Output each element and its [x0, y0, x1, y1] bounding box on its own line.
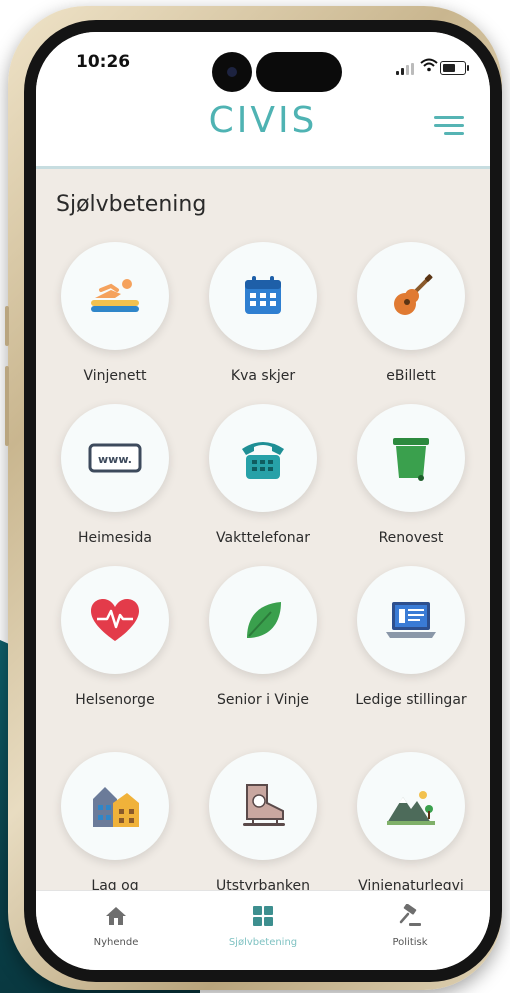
tile-label: eBillett — [386, 368, 436, 384]
ice-skate-icon — [243, 784, 285, 826]
phone-frame: 10:26 CIVIS Sjølvbetening Vinjenett Kva … — [5, 6, 502, 990]
tile-circle[interactable] — [209, 566, 317, 674]
tile-label: Heimesida — [78, 530, 152, 546]
nav-label: Politisk — [392, 937, 428, 948]
tile-circle[interactable] — [61, 566, 169, 674]
tile-label: Senior i Vinje — [217, 692, 309, 708]
phone-screen: 10:26 CIVIS Sjølvbetening Vinjenett Kva … — [36, 32, 490, 970]
tile-label: Renovest — [378, 530, 444, 546]
battery-icon — [440, 61, 469, 75]
civis-logo: CIVIS — [208, 100, 318, 141]
tile-circle[interactable] — [209, 752, 317, 860]
phone-side-button — [5, 306, 9, 346]
heart-pulse-icon — [91, 599, 139, 641]
nav-item-sjolvbetening[interactable]: Sjølvbetening — [203, 901, 323, 948]
nav-item-politisk[interactable]: Politisk — [350, 901, 470, 948]
tile-circle[interactable]: www. — [61, 404, 169, 512]
gavel-icon — [350, 901, 470, 931]
tile-label: Kva skjer — [230, 368, 296, 384]
signal-icon — [396, 63, 414, 75]
svg-text:www.: www. — [98, 453, 132, 466]
telephone-icon — [242, 442, 284, 479]
home-icon — [56, 901, 176, 931]
hamburger-menu-icon[interactable] — [434, 116, 464, 136]
tile-label: Vinjenett — [83, 368, 147, 384]
calendar-icon — [245, 276, 281, 314]
nav-item-nyhende[interactable]: Nyhende — [56, 901, 176, 948]
wifi-icon — [420, 58, 438, 76]
tile-circle[interactable] — [357, 404, 465, 512]
tile-circle[interactable] — [357, 752, 465, 860]
app-header: CIVIS — [36, 94, 490, 169]
tile-circle[interactable] — [357, 566, 465, 674]
section-title: Sjølvbetening — [56, 192, 207, 217]
status-time: 10:26 — [76, 52, 131, 72]
tile-circle[interactable] — [209, 404, 317, 512]
nav-label: Nyhende — [93, 937, 139, 948]
leaf-icon — [247, 602, 281, 638]
front-camera — [212, 52, 252, 92]
guitar-icon — [394, 274, 433, 315]
tile-circle[interactable] — [357, 242, 465, 350]
status-bar: 10:26 — [36, 32, 490, 94]
tile-circle[interactable] — [61, 242, 169, 350]
buildings-icon — [93, 787, 139, 827]
tile-label: Vakttelefonar — [216, 530, 310, 546]
tile-label: Helsenorge — [75, 692, 155, 708]
laptop-icon — [386, 602, 436, 638]
nav-label: Sjølvbetening — [228, 937, 298, 948]
tile-circle[interactable] — [209, 242, 317, 350]
phone-volume-button — [5, 366, 9, 446]
swimmer-icon — [91, 279, 139, 312]
mountain-icon — [387, 791, 435, 825]
dynamic-island — [256, 52, 342, 92]
tile-label: Ledige stillingar — [355, 692, 467, 708]
tile-circle[interactable] — [61, 752, 169, 860]
grid-icon — [203, 901, 323, 931]
www-browser-icon: www. — [88, 443, 142, 473]
bottom-nav: Nyhende Sjølvbetening Politisk — [36, 890, 490, 970]
trash-bin-icon — [393, 438, 429, 481]
